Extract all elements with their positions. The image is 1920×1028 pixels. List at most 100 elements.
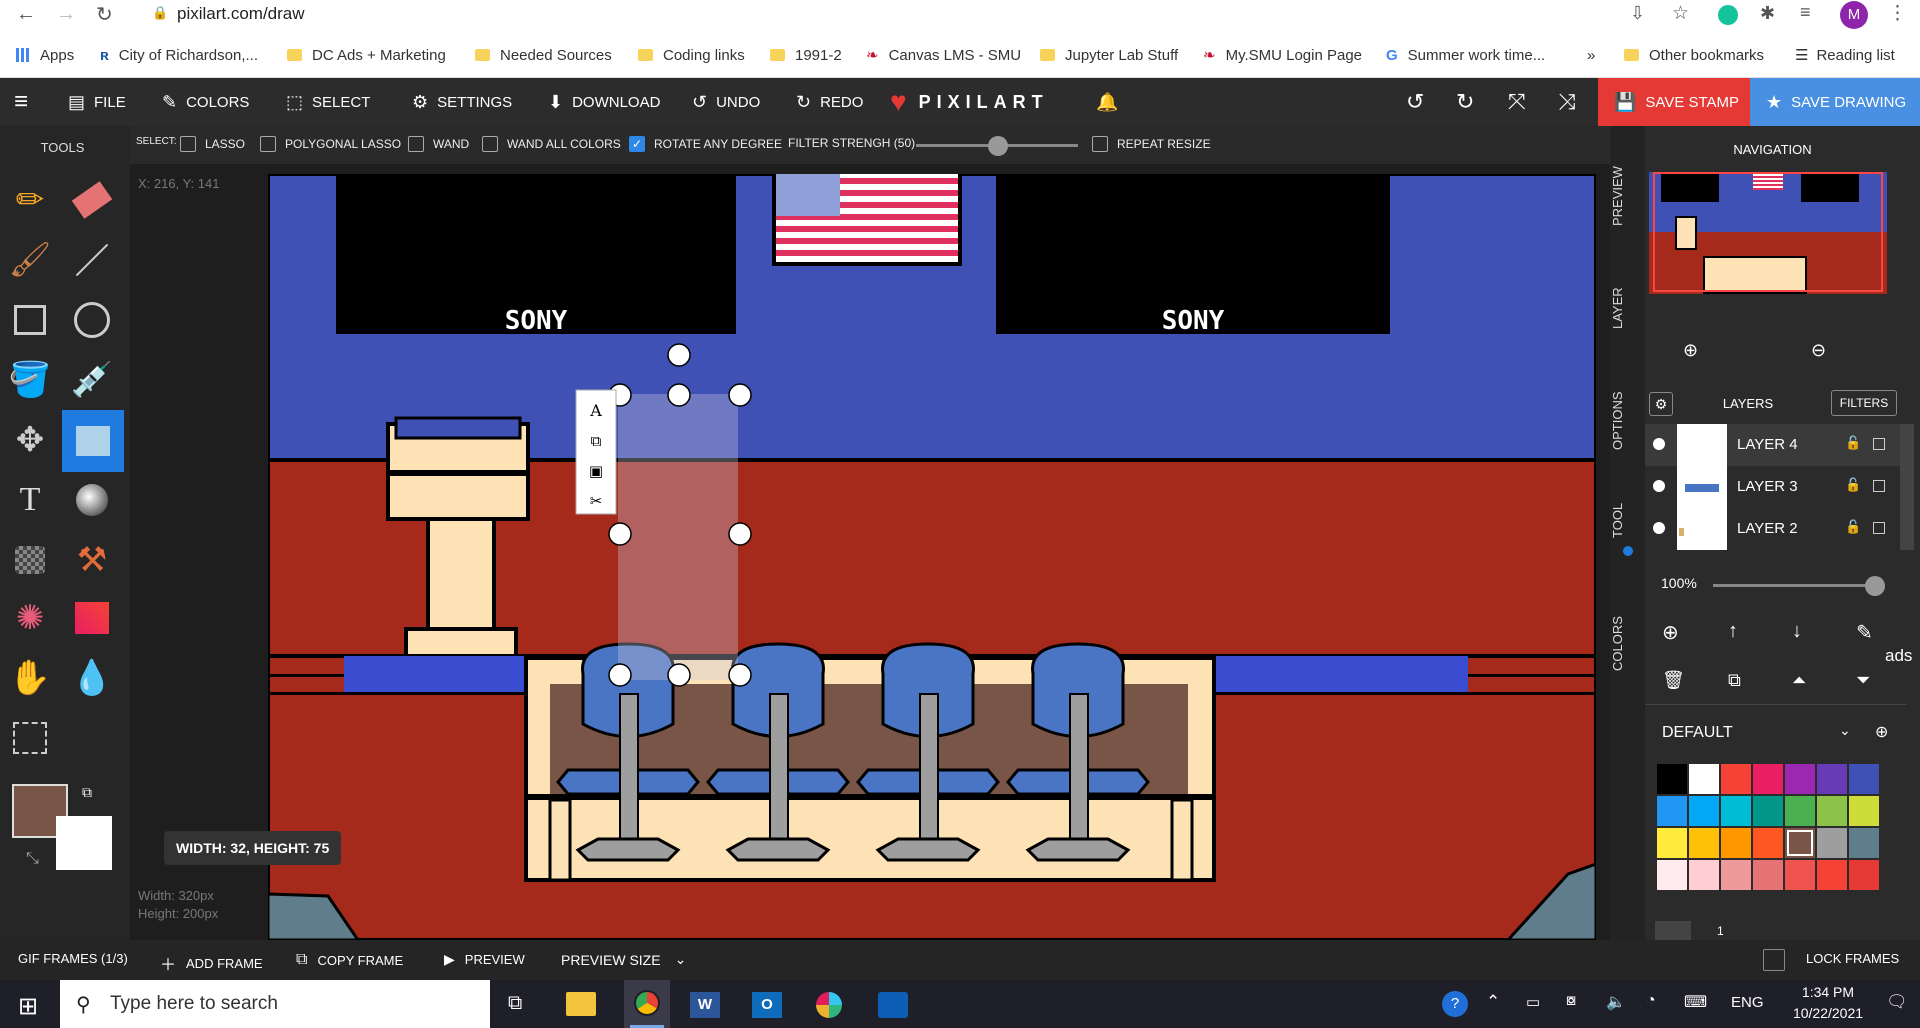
polygonal-lasso-checkbox[interactable] <box>260 136 276 152</box>
layer-checkbox[interactable] <box>1873 480 1885 492</box>
layer-name[interactable]: LAYER 3 <box>1737 478 1798 495</box>
palette-swatch[interactable] <box>1785 828 1815 858</box>
shuffle-icon[interactable]: ⤨ <box>1558 78 1576 126</box>
slack-icon[interactable] <box>816 992 842 1018</box>
layer-checkbox[interactable] <box>1873 522 1885 534</box>
repeat-resize-option[interactable]: REPEAT RESIZE <box>1092 136 1211 152</box>
add-layer-icon[interactable]: ⊕ <box>1662 620 1679 645</box>
paste-icon[interactable]: ▣ <box>589 462 603 480</box>
bookmark-canvas[interactable]: ❧ Canvas LMS - SMU <box>866 44 1021 66</box>
secondary-color-swatch[interactable] <box>56 816 112 870</box>
rotate-right-icon[interactable]: ↻ <box>1456 78 1474 126</box>
battery-icon[interactable]: ▭ <box>1526 993 1540 1011</box>
file-explorer-icon[interactable] <box>566 992 596 1016</box>
bookmark-summer-work[interactable]: G Summer work time... <box>1386 44 1545 66</box>
hand-icon[interactable]: ✋ <box>6 652 54 704</box>
filters-button[interactable]: FILTERS <box>1831 390 1897 416</box>
lock-icon[interactable]: 🔓 <box>1845 519 1861 535</box>
wand-all-colors-option[interactable]: WAND ALL COLORS <box>482 136 621 152</box>
palette-swatch[interactable] <box>1785 860 1815 890</box>
notifications-icon[interactable]: 🗨 <box>1886 992 1908 1012</box>
resize-handle[interactable] <box>608 522 632 546</box>
bookmark-jupyter[interactable]: Jupyter Lab Stuff <box>1040 44 1178 66</box>
palette-swatch[interactable] <box>1721 860 1751 890</box>
bell-icon[interactable]: 🔔 <box>1096 78 1118 126</box>
repeat-resize-checkbox[interactable] <box>1092 136 1108 152</box>
wand-all-colors-checkbox[interactable] <box>482 136 498 152</box>
bookmark-richardson[interactable]: ʀ City of Richardson,... <box>100 44 258 66</box>
palette-swatch[interactable] <box>1817 860 1847 890</box>
palette-swatch[interactable] <box>1657 796 1687 826</box>
bookmark-coding-links[interactable]: Coding links <box>638 44 745 66</box>
slider-handle[interactable] <box>1865 576 1885 596</box>
lasso-option[interactable]: LASSO <box>180 136 245 152</box>
keyboard-icon[interactable]: ⌨ <box>1684 992 1707 1012</box>
filter-strength-slider[interactable] <box>916 136 1078 156</box>
preview-size-dropdown[interactable]: PREVIEW SIZE ⌄ <box>561 951 686 968</box>
navigation-preview[interactable] <box>1649 172 1887 294</box>
download-menu[interactable]: ⬇ DOWNLOAD <box>548 78 660 126</box>
slider-handle[interactable] <box>988 136 1008 156</box>
bookmark-dc-ads[interactable]: DC Ads + Marketing <box>287 44 446 66</box>
drawing-canvas[interactable]: SONY SONY A ⧉ ▣ ✂ <box>268 174 1596 940</box>
colors-menu[interactable]: ✎ COLORS <box>162 78 249 126</box>
app-icon[interactable] <box>878 992 908 1018</box>
zoom-out-icon[interactable]: ⊖ <box>1811 340 1826 361</box>
add-frame-mini-button[interactable] <box>1655 921 1691 940</box>
move-layer-up-icon[interactable]: ↑ <box>1728 620 1738 643</box>
palette-swatch[interactable] <box>1689 764 1719 794</box>
tray-chevron-icon[interactable]: ⌃ <box>1486 992 1500 1012</box>
reload-icon[interactable]: ↻ <box>96 2 113 27</box>
clock-date[interactable]: 10/22/2021 <box>1786 1005 1870 1021</box>
rotate-handle[interactable] <box>667 343 691 367</box>
settings-menu[interactable]: ⚙ SETTINGS <box>412 78 512 126</box>
add-palette-icon[interactable]: ⊕ <box>1875 722 1888 742</box>
text-tool-icon[interactable]: A <box>589 401 602 420</box>
layer-visible-icon[interactable] <box>1653 522 1665 534</box>
tab-colors[interactable]: COLORS <box>1610 602 1645 686</box>
palette-swatch[interactable] <box>1753 796 1783 826</box>
pattern-icon[interactable] <box>6 534 54 586</box>
palette-swatch[interactable] <box>1721 828 1751 858</box>
lock-frames-checkbox[interactable] <box>1763 949 1785 971</box>
palette-swatch[interactable] <box>1721 796 1751 826</box>
volume-icon[interactable]: 🔈 <box>1606 992 1626 1012</box>
palette-dropdown-icon[interactable]: ⌄ <box>1839 722 1851 739</box>
grammarly-icon[interactable] <box>1718 5 1738 25</box>
chrome-taskbar-button[interactable] <box>624 980 670 1028</box>
wifi-icon[interactable]: ◔ <box>1646 992 1656 1010</box>
bookmarks-overflow[interactable]: » <box>1587 44 1595 66</box>
hamburger-menu-icon[interactable]: ≡ <box>14 78 28 126</box>
wand-checkbox[interactable] <box>408 136 424 152</box>
camera-icon[interactable]: ⧇ <box>1566 992 1576 1010</box>
bookmark-needed-sources[interactable]: Needed Sources <box>475 44 612 66</box>
eyedropper-tool-icon[interactable]: 💉 <box>68 354 116 406</box>
layer-checkbox[interactable] <box>1873 438 1885 450</box>
resize-handle[interactable] <box>667 383 691 407</box>
back-icon[interactable]: ← <box>16 3 36 26</box>
palette-swatch[interactable] <box>1689 860 1719 890</box>
palette-swatch[interactable] <box>1657 860 1687 890</box>
undo-menu[interactable]: ↺ UNDO <box>692 78 760 126</box>
address-bar[interactable]: pixilart.com/draw <box>177 4 305 24</box>
star-icon[interactable]: ☆ <box>1672 2 1689 25</box>
lasso-checkbox[interactable] <box>180 136 196 152</box>
gradient-icon[interactable] <box>68 592 116 644</box>
copy-frame-button[interactable]: ⧉ COPY FRAME <box>296 951 403 969</box>
browser-menu-icon[interactable]: ⋮ <box>1888 2 1907 25</box>
move-icon[interactable]: ✥ <box>6 414 54 466</box>
bookmark-other[interactable]: Other bookmarks <box>1624 44 1764 66</box>
profile-avatar[interactable]: M <box>1840 1 1868 29</box>
palette-swatch[interactable] <box>1785 796 1815 826</box>
stamp-icon[interactable]: ⚒ <box>68 534 116 586</box>
palette-name[interactable]: DEFAULT <box>1662 724 1733 742</box>
eraser-icon[interactable] <box>68 174 116 226</box>
line-icon[interactable] <box>68 234 116 286</box>
fill-bucket-icon[interactable]: 🪣 <box>6 354 54 406</box>
palette-swatch[interactable] <box>1657 764 1687 794</box>
pencil-icon[interactable]: ✏ <box>6 174 54 226</box>
bookmark-reading-list[interactable]: ☰ Reading list <box>1795 44 1895 66</box>
cut-icon[interactable]: ✂ <box>590 492 603 510</box>
help-icon[interactable]: ? <box>1442 991 1468 1017</box>
layer-row[interactable]: LAYER 2 🔓 <box>1645 508 1900 550</box>
